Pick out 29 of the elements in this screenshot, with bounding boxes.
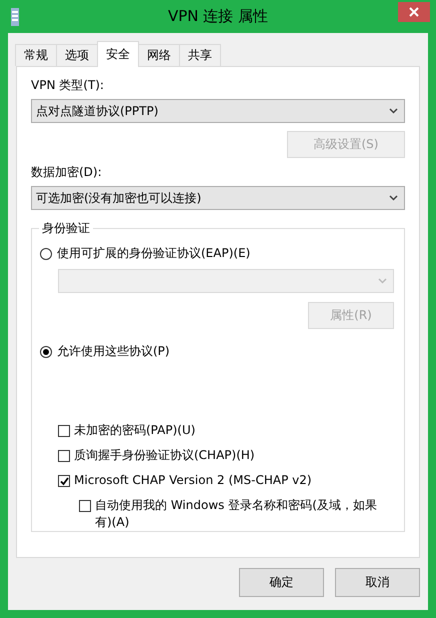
- checkbox-label: 自动使用我的 Windows 登录名称和密码(及域，如果有)(A): [95, 497, 378, 531]
- window-title: VPN 连接 属性: [168, 7, 268, 26]
- dialog-button[interactable]: 取消: [335, 568, 420, 597]
- chevron-icon: [389, 108, 398, 114]
- tab[interactable]: 安全: [97, 41, 139, 67]
- tab[interactable]: 共享: [179, 44, 221, 66]
- checkbox-label: Microsoft CHAP Version 2 (MS-CHAP v2): [74, 472, 312, 489]
- group-title: 身份验证: [41, 220, 91, 237]
- checkbox[interactable]: [58, 475, 70, 487]
- field-label: VPN 类型(T):: [31, 77, 105, 94]
- radio-label: 使用可扩展的身份验证协议(EAP)(E): [57, 245, 250, 262]
- field-label: 数据加密(D):: [31, 164, 103, 181]
- radio-label: 允许使用这些协议(P): [57, 343, 170, 360]
- checkbox-label: 未加密的密码(PAP)(U): [74, 422, 196, 439]
- tab[interactable]: 常规: [15, 44, 57, 66]
- close-icon: [409, 7, 419, 17]
- network-icon: [11, 8, 19, 26]
- close-button[interactable]: [398, 2, 430, 22]
- dialog-button[interactable]: 确定: [239, 568, 324, 597]
- chevron-icon: [389, 195, 398, 201]
- checkbox[interactable]: [58, 425, 70, 437]
- radio-button[interactable]: [40, 346, 52, 358]
- radio-button[interactable]: [40, 248, 52, 260]
- chevron-icon: [378, 278, 387, 284]
- dropdown[interactable]: 可选加密(没有加密也可以连接): [31, 186, 405, 210]
- checkbox[interactable]: [58, 450, 70, 462]
- dropdown[interactable]: 点对点隧道协议(PPTP): [31, 99, 405, 123]
- checkbox[interactable]: [79, 500, 91, 512]
- checkbox-label: 质询握手身份验证协议(CHAP)(H): [74, 447, 255, 464]
